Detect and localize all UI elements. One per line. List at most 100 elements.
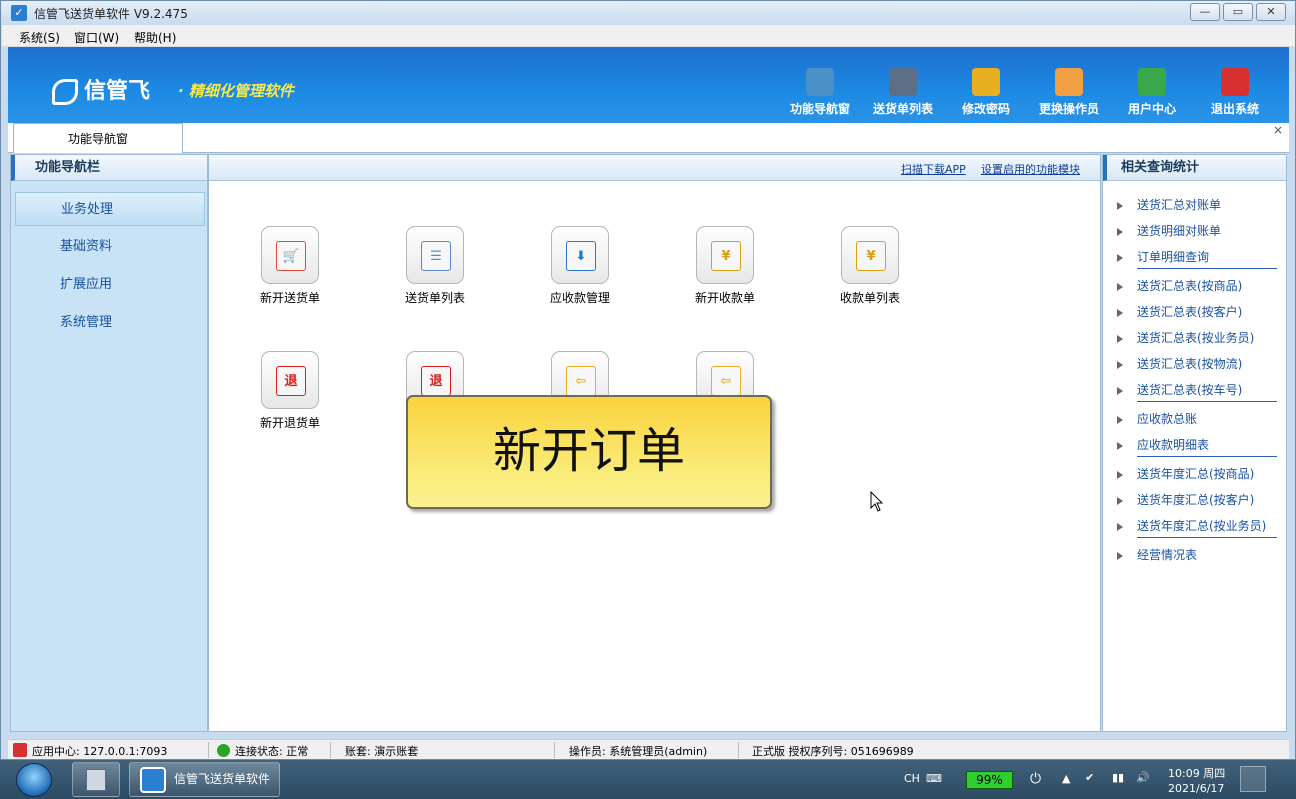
keyboard-icon[interactable]: ⌨ (926, 772, 942, 785)
show-desktop-button[interactable] (1240, 766, 1266, 792)
minimize-button[interactable]: — (1190, 3, 1220, 21)
triangle-right-icon (1117, 282, 1123, 291)
query-link-label: 送货年度汇总(按业务员) (1137, 519, 1267, 533)
query-link-label: 送货年度汇总(按商品) (1137, 467, 1255, 481)
toolbar-delivery-list-button[interactable]: 送货单列表 (863, 68, 943, 117)
tab-close-icon[interactable]: × (1273, 123, 1283, 137)
function-area: 扫描下载APP 设置启用的功能模块 🛒 新开送货单 ☰ 送货单列表 ⬇ 应收款管理 ¥ 新开收… (208, 154, 1101, 732)
input-language[interactable]: CH (904, 772, 920, 785)
receivable-icon: ⬇ (566, 241, 596, 271)
sidebar-item-extensions[interactable]: 扩展应用 (15, 268, 205, 302)
monitor-icon (806, 68, 834, 96)
menu-help[interactable]: 帮助(H) (134, 29, 176, 46)
function-yen-list-button[interactable]: ¥ 收款单列表 (820, 226, 920, 306)
query-link[interactable]: 经营情况表 (1117, 546, 1197, 563)
app-taskbar-button[interactable]: 信管飞送货单软件 (129, 762, 280, 797)
triangle-right-icon (1117, 441, 1123, 450)
query-link[interactable]: 送货年度汇总(按商品) (1117, 465, 1254, 482)
tooltip-popup: 新开订单 (406, 395, 772, 509)
function-yen-notepad-button[interactable]: ¥ 新开收款单 (675, 226, 775, 306)
left-nav-panel: 功能导航栏 业务处理 基础资料 扩展应用 系统管理 (10, 154, 208, 732)
title-bar[interactable]: ✓ 信管飞送货单软件 V9.2.475 — ▭ ✕ (1, 1, 1295, 25)
show-hidden-icons[interactable]: ▲ (1062, 772, 1070, 785)
query-group-divider (1137, 268, 1277, 269)
volume-icon[interactable]: 🔊 (1136, 771, 1150, 784)
triangle-right-icon (1117, 227, 1123, 236)
query-link-label: 送货汇总表(按商品) (1137, 279, 1243, 293)
maximize-button[interactable]: ▭ (1223, 3, 1253, 21)
sidebar-item-basic-data[interactable]: 基础资料 (15, 230, 205, 264)
close-button[interactable]: ✕ (1256, 3, 1286, 21)
scan-download-app-link[interactable]: 扫描下载APP (901, 161, 966, 177)
function-label: 新开收款单 (694, 291, 755, 305)
tab-function-navigator[interactable]: 功能导航窗 (13, 123, 183, 153)
brand-name: 信管飞 (84, 79, 151, 104)
network-icon[interactable]: ▮▮ (1112, 771, 1124, 784)
yen-list-icon: ¥ (856, 241, 886, 271)
clock-time[interactable]: 10:09 周四 (1168, 765, 1225, 781)
function-icon-frame: 退 (261, 351, 319, 409)
sidebar-item-business[interactable]: 业务处理 (15, 192, 205, 226)
query-link[interactable]: 应收款明细表 (1117, 436, 1209, 453)
toolbar-label: 用户中心 (1127, 102, 1176, 116)
module-settings-link[interactable]: 设置启用的功能模块 (981, 161, 1080, 177)
mouse-cursor-icon (870, 491, 884, 512)
function-return-notepad-button[interactable]: 退新开退货单 (240, 351, 340, 431)
toolbar-nav-window-button[interactable]: 功能导航窗 (780, 68, 860, 117)
query-link[interactable]: 送货汇总表(按车号) (1117, 381, 1242, 398)
center-header (209, 155, 1100, 181)
brand-slogan: · 精细化管理软件 (178, 82, 294, 100)
status-account: 账套: 演示账套 (345, 745, 419, 758)
toolbar-change-password-button[interactable]: 修改密码 (946, 68, 1026, 117)
query-link[interactable]: 送货汇总表(按客户) (1117, 303, 1242, 320)
list-icon (889, 68, 917, 96)
query-link[interactable]: 订单明细查询 (1117, 248, 1209, 265)
window-title: 信管飞送货单软件 V9.2.475 (34, 7, 188, 21)
menu-window[interactable]: 窗口(W) (74, 29, 119, 46)
query-link-label: 送货汇总表(按物流) (1137, 357, 1243, 371)
start-button[interactable] (16, 763, 52, 797)
toolbar-switch-operator-button[interactable]: 更换操作员 (1029, 68, 1109, 117)
user-icon (1055, 68, 1083, 96)
query-link[interactable]: 送货年度汇总(按业务员) (1117, 517, 1266, 534)
app-logo-icon: ✓ (11, 5, 27, 21)
toolbar-exit-system-button[interactable]: 退出系统 (1195, 68, 1275, 117)
function-receivable-button[interactable]: ⬇ 应收款管理 (530, 226, 630, 306)
power-icon (1221, 68, 1249, 96)
sidebar-item-system-admin[interactable]: 系统管理 (15, 306, 205, 340)
globe-icon (1138, 68, 1166, 96)
query-link-label: 送货汇总表(按业务员) (1137, 331, 1255, 345)
query-link-label: 送货汇总表(按车号) (1137, 383, 1243, 397)
function-cart-button[interactable]: 🛒 新开送货单 (240, 226, 340, 306)
query-link[interactable]: 送货汇总表(按商品) (1117, 277, 1242, 294)
power-plug-icon[interactable]: ⏻ (1030, 771, 1041, 787)
calculator-taskbar-button[interactable] (72, 762, 120, 797)
query-link-label: 送货年度汇总(按客户) (1137, 493, 1255, 507)
calculator-icon (86, 769, 106, 791)
query-link[interactable]: 送货汇总对账单 (1117, 196, 1221, 213)
query-link[interactable]: 应收款总账 (1117, 410, 1197, 427)
function-icon-frame: ¥ (841, 226, 899, 284)
query-link[interactable]: 送货年度汇总(按客户) (1117, 491, 1254, 508)
function-cart-list-button[interactable]: ☰ 送货单列表 (385, 226, 485, 306)
query-link[interactable]: 送货明细对账单 (1117, 222, 1221, 239)
toolbar-label: 功能导航窗 (789, 102, 850, 116)
query-link-label: 订单明细查询 (1137, 250, 1210, 264)
app-taskbar-label: 信管飞送货单软件 (174, 772, 271, 786)
triangle-right-icon (1117, 201, 1123, 210)
return-list-icon: 退 (421, 366, 451, 396)
menu-system[interactable]: 系统(S) (19, 29, 60, 46)
query-link[interactable]: 送货汇总表(按物流) (1117, 355, 1242, 372)
query-link-label: 应收款总账 (1137, 412, 1198, 426)
toolbar-user-center-button[interactable]: 用户中心 (1112, 68, 1192, 117)
tab-bar: 功能导航窗 × (8, 123, 1289, 153)
function-icon-frame: ¥ (696, 226, 754, 284)
query-link[interactable]: 送货汇总表(按业务员) (1117, 329, 1254, 346)
function-label: 新开退货单 (259, 416, 320, 430)
yen-notepad-icon: ¥ (711, 241, 741, 271)
function-label: 应收款管理 (549, 291, 610, 305)
clock-date[interactable]: 2021/6/17 (1168, 782, 1224, 795)
back-arrow-icon: ⇦ (566, 366, 596, 396)
query-link-label: 经营情况表 (1137, 548, 1198, 562)
security-icon[interactable]: ✔ (1085, 771, 1094, 784)
